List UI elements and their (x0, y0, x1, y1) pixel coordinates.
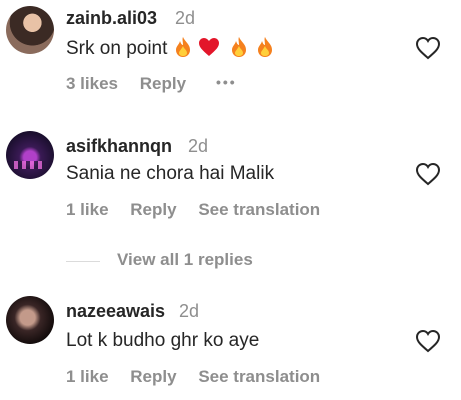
comment-username[interactable]: zainb.ali03 (66, 8, 157, 29)
fire-emoji-icon (232, 37, 247, 57)
comment-username[interactable]: nazeeawais (66, 301, 165, 322)
comment-text: Sania ne chora hai Malik (66, 163, 275, 184)
reply-button[interactable]: Reply (130, 200, 176, 219)
heart-outline-icon[interactable] (415, 329, 441, 353)
more-dots-icon[interactable]: ••• (216, 74, 237, 90)
comment-username[interactable]: asifkhannqn (66, 136, 172, 157)
likes-count[interactable]: 1 like (66, 200, 109, 219)
comment-text: Lot k budho ghr ko aye (66, 330, 260, 351)
comment-meta: 3 likes Reply (66, 74, 203, 94)
comment-time: 2d (188, 136, 209, 156)
reply-button[interactable]: Reply (140, 74, 186, 93)
avatar[interactable] (6, 296, 54, 344)
replies-divider (66, 261, 100, 262)
red-heart-emoji-icon (198, 38, 219, 56)
comment-time: 2d (175, 8, 196, 28)
see-translation-button[interactable]: See translation (198, 367, 320, 386)
likes-count[interactable]: 1 like (66, 367, 109, 386)
see-translation-button[interactable]: See translation (198, 200, 320, 219)
likes-count[interactable]: 3 likes (66, 74, 118, 93)
comment-meta: 1 like Reply See translation (66, 200, 337, 220)
avatar[interactable] (6, 6, 54, 54)
fire-emoji-icon (175, 37, 190, 57)
comment-time: 2d (179, 301, 200, 321)
comment-text: Srk on point (66, 36, 275, 60)
view-replies[interactable]: View all 1 replies (66, 250, 366, 274)
avatar[interactable] (6, 131, 54, 179)
view-replies-label[interactable]: View all 1 replies (117, 250, 253, 270)
comment-meta: 1 like Reply See translation (66, 367, 337, 387)
heart-outline-icon[interactable] (415, 162, 441, 186)
fire-emoji-icon (257, 37, 272, 57)
heart-outline-icon[interactable] (415, 36, 441, 60)
comment-text-content: Srk on point (66, 38, 168, 59)
reply-button[interactable]: Reply (130, 367, 176, 386)
